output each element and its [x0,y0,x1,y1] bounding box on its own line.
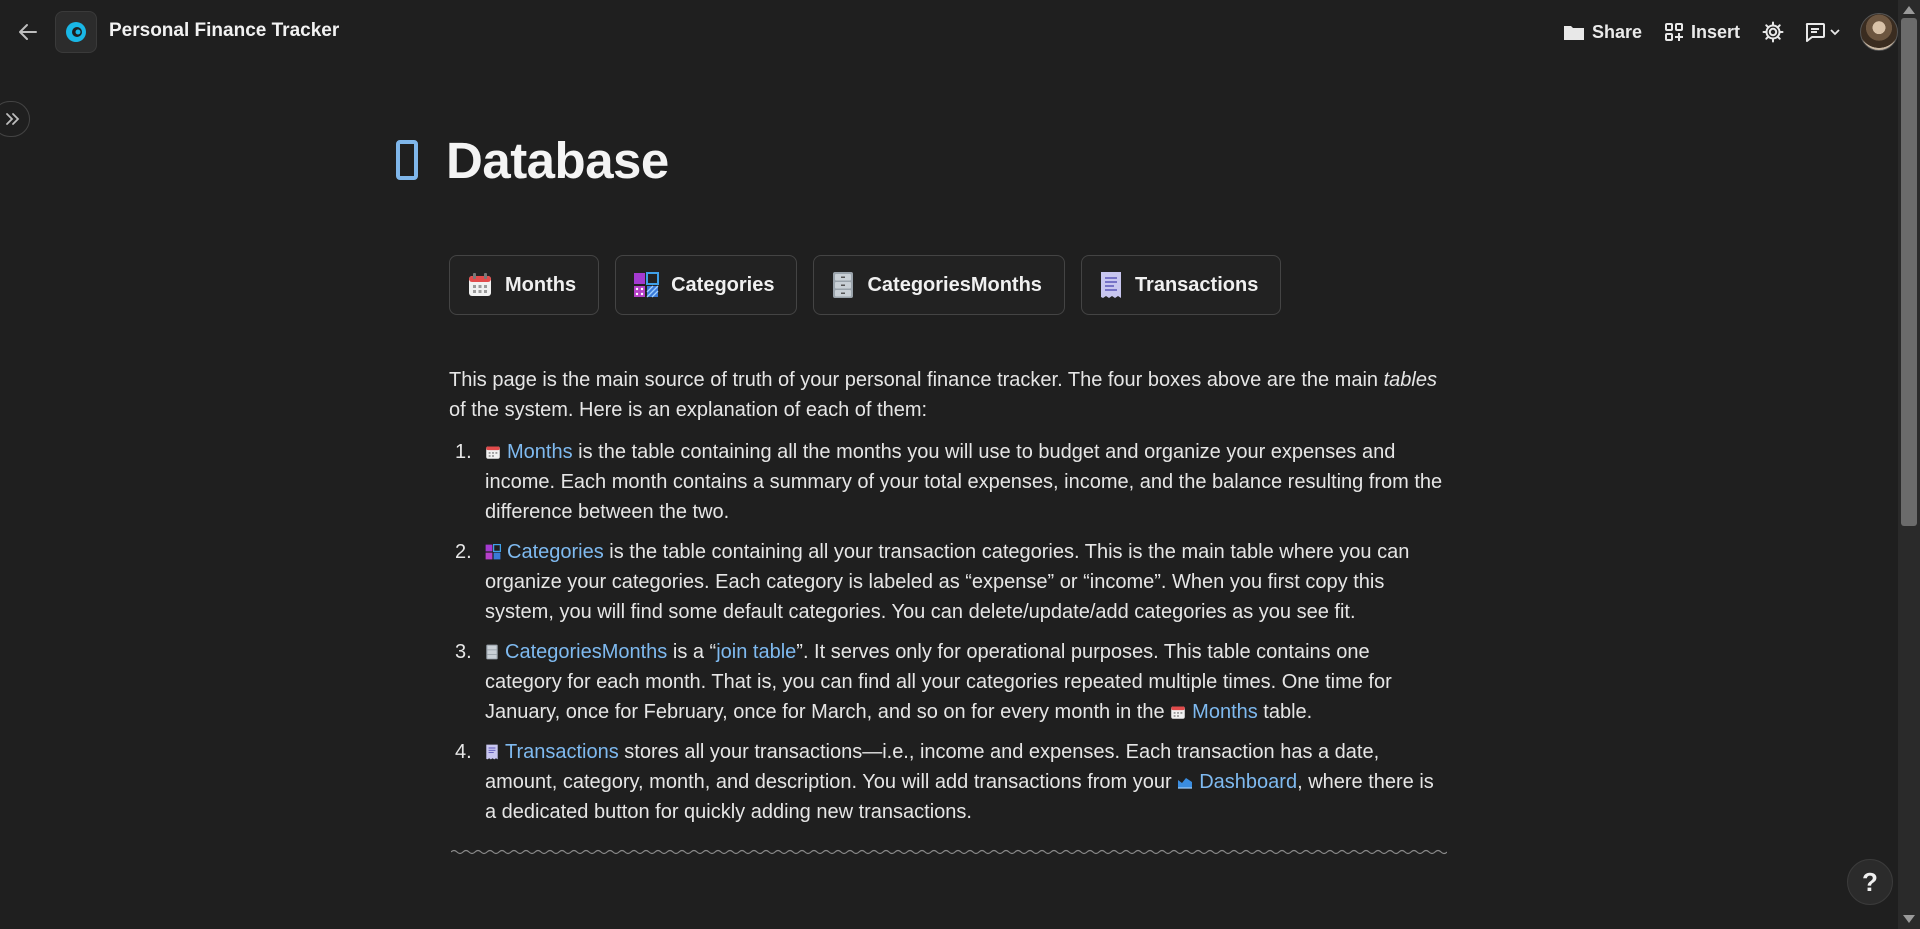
list-item: 3. CategoriesMonths is a “join table”. I… [455,641,1392,723]
comment-icon [1805,23,1825,42]
table-boxes: Months Categories CategoriesMonths Trans… [449,255,1282,315]
months-link[interactable]: Months [1170,701,1258,723]
intro-paragraph: This page is the main source of truth of… [449,369,1437,421]
chart-icon [1178,778,1193,789]
box-label: CategoriesMonths [867,273,1042,296]
page-content: This page is the main source of truth of… [449,365,1449,837]
avatar[interactable] [1860,13,1898,51]
scroll-thumb[interactable] [1901,18,1917,526]
box-months[interactable]: Months [449,255,600,315]
scroll-down-arrow[interactable] [1903,915,1915,923]
share-label: Share [1591,21,1642,42]
calendar-icon [469,273,491,296]
box-label: Transactions [1134,273,1259,296]
box-categories[interactable]: Categories [615,255,798,315]
cabinet-icon [486,644,498,660]
page-title: Database [446,132,669,189]
list-item: 1. Months is the table containing all th… [455,441,1443,523]
scrollbar[interactable] [1898,0,1920,929]
receipt-icon [1100,272,1121,298]
chevrons-right-icon [6,113,20,125]
dashboard-link[interactable]: Dashboard [1177,771,1297,793]
categories-icon [634,272,660,298]
top-actions: Share Insert [1563,12,1898,52]
share-button[interactable]: Share [1563,22,1642,43]
categoriesmonths-link[interactable]: CategoriesMonths [485,641,667,663]
app-logo[interactable] [55,11,97,53]
list-item: 4. Transactions stores all your transact… [455,741,1434,823]
arrow-left-icon [19,24,37,40]
comments-button[interactable] [1804,22,1840,42]
receipt-icon [486,744,498,760]
cabinet-icon [833,272,854,298]
scroll-up-arrow[interactable] [1903,6,1915,14]
page-icon[interactable] [396,140,418,180]
gear-icon [1762,21,1784,43]
insert-label: Insert [1690,21,1740,42]
back-button[interactable] [14,19,42,45]
box-categoriesmonths[interactable]: CategoriesMonths [813,255,1065,315]
italic-text: tables [1383,369,1437,391]
calendar-icon [1171,706,1185,719]
help-button[interactable]: ? [1847,859,1893,905]
logo-icon [66,22,86,42]
categories-link[interactable]: Categories [485,541,604,563]
chevron-down-icon [1830,29,1840,36]
box-transactions[interactable]: Transactions [1080,255,1282,315]
join-table-link[interactable]: join table [716,641,796,663]
tables-list: 1. Months is the table containing all th… [449,437,1449,827]
sidebar-toggle-button[interactable] [0,101,30,137]
transactions-link[interactable]: Transactions [485,741,619,763]
box-label: Months [505,273,577,296]
list-item: 2. Categories is the table containing al… [455,541,1410,623]
folder-icon [1563,26,1584,40]
box-label: Categories [671,273,775,296]
settings-button[interactable] [1762,21,1784,43]
grid-icon [1664,23,1683,41]
calendar-icon [486,446,500,459]
insert-button[interactable]: Insert [1664,22,1740,43]
months-link[interactable]: Months [485,441,573,463]
app-title: Personal Finance Tracker [109,20,340,41]
top-bar: Personal Finance Tracker Share Insert [0,0,1898,64]
categories-icon [485,544,501,560]
wavy-divider [451,849,1447,855]
